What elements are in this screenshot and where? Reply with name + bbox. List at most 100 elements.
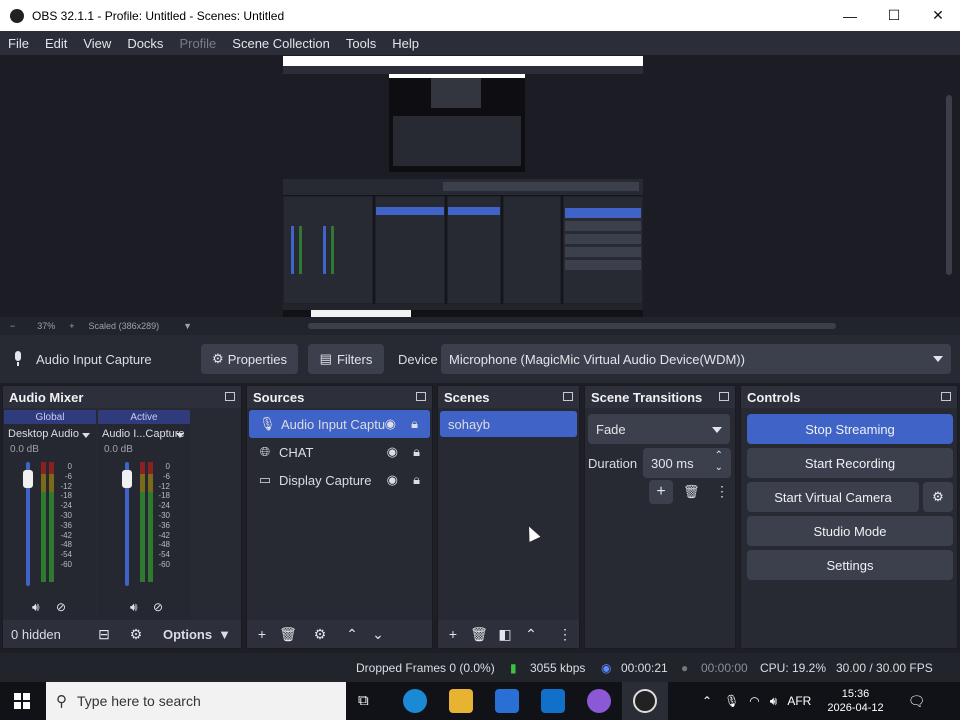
source-item-display-capture[interactable]: ▭ Display Capture ◉ 🔒︎ xyxy=(247,466,432,494)
scene-filter-icon[interactable]: ◧ xyxy=(492,626,518,643)
menu-profile[interactable]: Profile xyxy=(171,36,224,51)
volume-icon[interactable]: 🔊︎ xyxy=(770,694,778,709)
lock-icon[interactable]: 🔒︎ xyxy=(413,444,420,460)
eye-icon[interactable]: ◉ xyxy=(387,472,398,488)
source-item-chat[interactable]: 🌐︎ CHAT ◉ 🔒︎ xyxy=(247,438,432,466)
layout-icon[interactable]: ⊟ xyxy=(91,626,117,643)
menu-scene-collection[interactable]: Scene Collection xyxy=(224,36,338,51)
device-select[interactable]: Microphone (MagicMic Virtual Audio Devic… xyxy=(441,344,951,374)
notifications-icon[interactable]: 🗨︎ xyxy=(908,693,926,710)
trash-icon[interactable]: 🗑︎ xyxy=(275,626,301,643)
microphone-icon[interactable]: 🎙︎ xyxy=(724,694,739,708)
monitor-off-icon[interactable]: ⊘ xyxy=(153,600,163,614)
add-transition-button[interactable]: + xyxy=(649,480,673,504)
file-explorer-icon[interactable] xyxy=(449,689,473,713)
task-view-icon[interactable]: ⧉ xyxy=(358,692,369,709)
menu-file[interactable]: File xyxy=(0,36,37,51)
properties-button[interactable]: ⚙ Properties xyxy=(201,344,298,374)
channel-volume-db: 0.0 dB xyxy=(104,444,133,455)
undock-icon[interactable] xyxy=(563,392,573,401)
undock-icon[interactable] xyxy=(416,392,426,401)
chevron-down-icon[interactable]: ▼ xyxy=(218,627,231,642)
close-icon[interactable]: ✕ xyxy=(916,0,960,31)
scene-item-sohayb[interactable]: sohayb xyxy=(440,411,577,437)
speaker-icon[interactable]: 🔊︎ xyxy=(32,600,40,615)
options-button[interactable]: Options xyxy=(163,627,212,642)
menu-docks[interactable]: Docks xyxy=(119,36,171,51)
volume-slider-knob[interactable] xyxy=(23,470,33,488)
lock-icon[interactable]: 🔒︎ xyxy=(413,472,420,488)
stop-streaming-button[interactable]: Stop Streaming xyxy=(747,414,953,444)
eye-icon[interactable]: ◉ xyxy=(387,444,398,460)
taskbar-search[interactable]: ⚲ Type here to search xyxy=(46,682,346,720)
undock-icon[interactable] xyxy=(225,392,235,401)
edge-icon[interactable] xyxy=(403,689,427,713)
gear-icon[interactable]: ⚙ xyxy=(307,626,333,643)
speaker-icon[interactable]: 🔊︎ xyxy=(130,600,138,615)
monitor-off-icon[interactable]: ⊘ xyxy=(56,600,66,614)
filters-button[interactable]: ▤ Filters xyxy=(308,344,384,374)
filters-label: Filters xyxy=(336,351,373,367)
maximize-icon[interactable]: ☐ xyxy=(872,0,916,31)
source-item-audio-input[interactable]: 🎙︎ Audio Input Captu ◉ 🔒︎ xyxy=(249,410,430,438)
channel-badge: Active xyxy=(98,410,190,424)
volume-slider-knob[interactable] xyxy=(122,470,132,488)
channel-name-dropdown[interactable]: Desktop Audio xyxy=(4,424,96,444)
trash-icon[interactable]: 🗑︎ xyxy=(466,626,492,643)
virtual-camera-settings-button[interactable]: ⚙ xyxy=(923,482,953,512)
zoom-out-button[interactable]: − xyxy=(10,321,15,331)
more-options-icon[interactable]: ⋮ xyxy=(715,483,729,500)
start-recording-button[interactable]: Start Recording xyxy=(747,448,953,478)
clock[interactable]: 15:36 2026-04-12 xyxy=(827,687,883,715)
eye-icon[interactable]: ◉ xyxy=(385,416,396,432)
hidden-count[interactable]: 0 hidden xyxy=(11,627,91,642)
audio-mixer-dock: Audio Mixer Global Desktop Audio 0.0 dB … xyxy=(2,385,242,649)
system-tray: ⌃ 🎙︎ ◠ 🔊︎ AFR 15:36 2026-04-12 🗨︎ xyxy=(702,682,925,720)
preview-horizontal-scrollbar[interactable] xyxy=(308,323,836,329)
menu-bar: File Edit View Docks Profile Scene Colle… xyxy=(0,31,960,55)
obs-taskbar-button[interactable] xyxy=(622,682,668,720)
store-icon[interactable] xyxy=(495,689,519,713)
preview-area[interactable] xyxy=(0,55,960,318)
channel-name-dropdown[interactable]: Audio I...Capture xyxy=(98,424,190,444)
transition-select[interactable]: Fade xyxy=(588,414,730,444)
input-language[interactable]: AFR xyxy=(787,694,811,708)
preview-canvas[interactable] xyxy=(283,56,643,318)
chat-app-icon[interactable] xyxy=(587,689,611,713)
windows-start-icon[interactable] xyxy=(14,693,30,709)
start-virtual-camera-button[interactable]: Start Virtual Camera xyxy=(747,482,919,512)
spin-up-icon[interactable]: ⌃ xyxy=(715,450,723,461)
wifi-icon[interactable]: ◠ xyxy=(749,694,759,708)
move-up-icon[interactable]: ⌃ xyxy=(518,626,544,643)
duration-spinbox[interactable]: 300 ms ⌃ ⌄ xyxy=(643,448,731,478)
spin-down-icon[interactable]: ⌄ xyxy=(715,462,723,473)
settings-button[interactable]: Settings xyxy=(747,550,953,580)
menu-tools[interactable]: Tools xyxy=(338,36,384,51)
zoom-dropdown-icon[interactable]: ▼ xyxy=(183,321,192,331)
undock-icon[interactable] xyxy=(941,392,951,401)
menu-help[interactable]: Help xyxy=(384,36,427,51)
lock-icon[interactable]: 🔒︎ xyxy=(411,416,418,432)
zoom-in-button[interactable]: + xyxy=(69,321,74,331)
move-down-icon[interactable]: ⌄ xyxy=(365,626,391,643)
transition-type: Fade xyxy=(596,421,626,437)
studio-mode-button[interactable]: Studio Mode xyxy=(747,516,953,546)
more-options-icon[interactable]: ⋮ xyxy=(552,626,578,643)
add-icon[interactable]: + xyxy=(249,626,275,642)
move-up-icon[interactable]: ⌃ xyxy=(339,626,365,643)
advanced-audio-icon[interactable]: ⚙ xyxy=(123,626,149,643)
add-icon[interactable]: + xyxy=(440,626,466,642)
chevron-down-icon xyxy=(933,356,943,362)
menu-view[interactable]: View xyxy=(75,36,119,51)
obs-logo-icon xyxy=(10,8,24,23)
chevron-up-icon[interactable]: ⌃ xyxy=(702,694,712,708)
trash-icon[interactable]: 🗑︎ xyxy=(683,484,700,500)
undock-icon[interactable] xyxy=(719,392,729,401)
menu-edit[interactable]: Edit xyxy=(37,36,75,51)
scene-transitions-title: Scene Transitions xyxy=(585,386,735,408)
clock-time: 15:36 xyxy=(841,688,870,700)
preview-vertical-scrollbar[interactable] xyxy=(946,95,952,275)
outlook-icon[interactable] xyxy=(541,689,565,713)
fps: 30.00 / 30.00 FPS xyxy=(836,661,933,675)
minimize-icon[interactable]: — xyxy=(828,0,872,31)
